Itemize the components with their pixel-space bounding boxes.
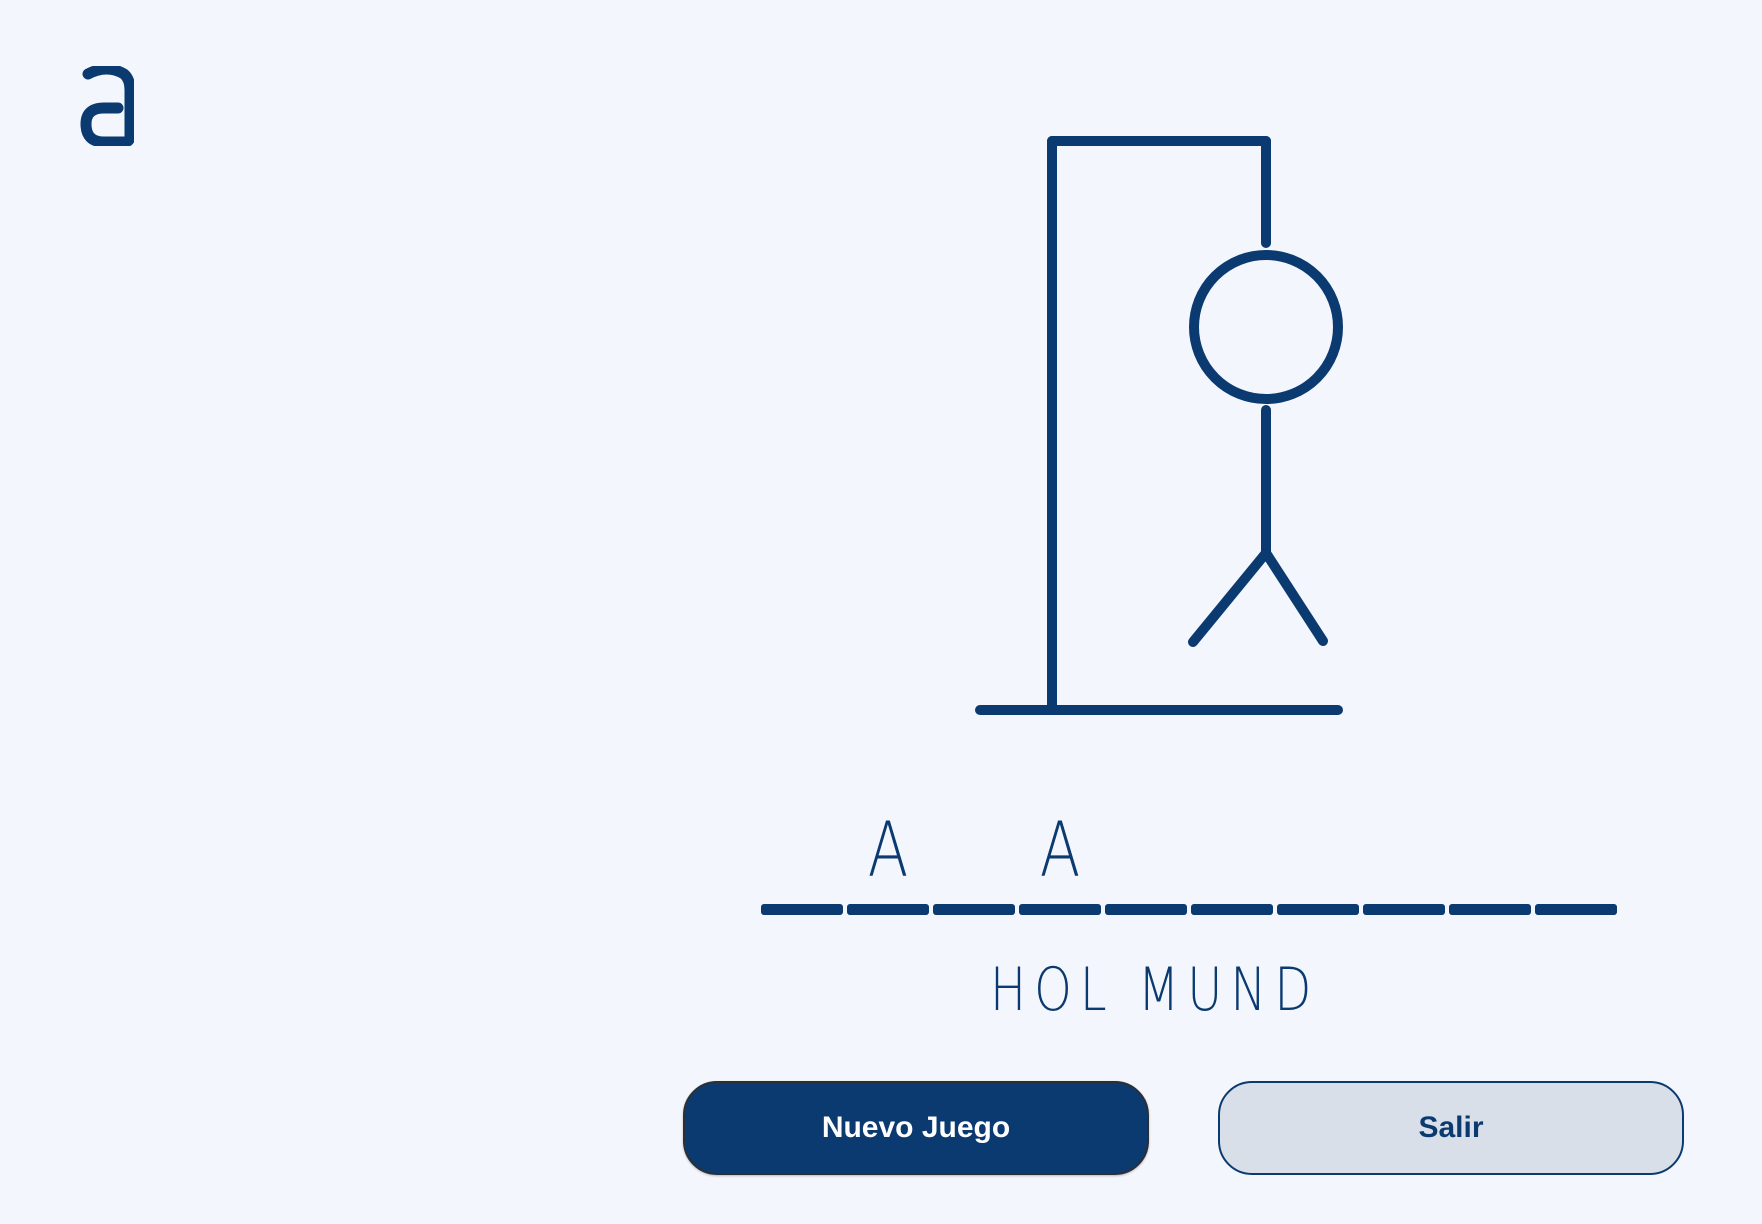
letter-slot: A bbox=[847, 810, 929, 920]
new-game-button[interactable]: Nuevo Juego bbox=[683, 1081, 1149, 1175]
letter-slot bbox=[1363, 810, 1445, 920]
letter-slot bbox=[1277, 810, 1359, 920]
word-slots: A A bbox=[761, 810, 1617, 920]
letter-slot: A bbox=[1019, 810, 1101, 920]
hangman-right-leg bbox=[1261, 548, 1328, 646]
letter-slot bbox=[1105, 810, 1187, 920]
hangman-drawing bbox=[975, 136, 1343, 715]
wrong-letters: HOL MUND bbox=[990, 955, 1320, 1025]
hangman-left-leg bbox=[1188, 548, 1271, 647]
letter-slot bbox=[1191, 810, 1273, 920]
letter-slot bbox=[761, 810, 843, 920]
letter-slot bbox=[933, 810, 1015, 920]
letter-slot bbox=[1535, 810, 1617, 920]
exit-button[interactable]: Salir bbox=[1218, 1081, 1684, 1175]
letter-slot bbox=[1449, 810, 1531, 920]
hangman-head bbox=[1189, 250, 1343, 404]
